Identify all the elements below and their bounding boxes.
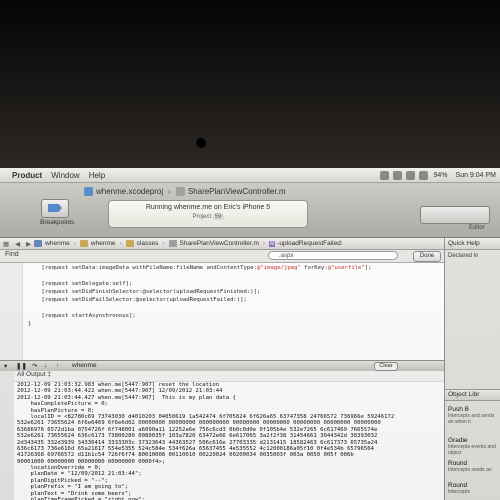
code-line: [request startAsynchronous]; — [28, 313, 136, 319]
file-icon — [168, 240, 177, 247]
activity-status: Running whenme.me on Eric's iPhone 5 — [145, 204, 271, 211]
debug-app-name[interactable]: whenme — [72, 362, 97, 369]
object-library-header[interactable]: Object Libr — [445, 389, 500, 401]
utilities-pane: Quick Help Declared in Object Libr Push … — [444, 238, 500, 500]
code-line: [request setDidFinishSelector:@selector(… — [28, 289, 261, 295]
file-icon — [175, 187, 185, 196]
code-line: [request setData:imageData withFileName:… — [28, 265, 372, 271]
code-line: } — [28, 321, 32, 327]
console-line: 532e6261 73655624 6f6e6469 6f6e6d02 0000… — [17, 420, 381, 427]
menu-window[interactable]: Window — [51, 171, 88, 180]
method-icon: M — [269, 240, 276, 247]
screen: Product Window Help 94% Sun 9:04 PM when… — [0, 168, 500, 500]
pause-icon[interactable]: ❚❚ — [16, 362, 27, 370]
volume-icon[interactable] — [418, 170, 428, 180]
menu-product[interactable]: Product — [0, 171, 51, 180]
breakpoints-button[interactable] — [41, 199, 69, 218]
editor-pane: ▦ ◀ ▶ whenme › whenme › classes › SharePlan… — [0, 238, 444, 360]
grid-icon[interactable]: ▦ — [0, 240, 12, 248]
breadcrumb-file[interactable]: SharePlanViewController.m › — [168, 240, 270, 247]
activity-project-label: Project — [192, 214, 212, 220]
hide-debug-icon[interactable]: ▾ — [4, 362, 7, 370]
variables-view-collapsed — [0, 371, 15, 500]
find-input[interactable] — [268, 251, 398, 260]
library-item[interactable]: Round Intercepts sends an — [448, 460, 500, 473]
menu-bar: Product Window Help 94% Sun 9:04 PM — [0, 168, 500, 183]
line-number-gutter — [0, 263, 23, 360]
laptop-bezel — [0, 0, 500, 168]
step-over-icon[interactable]: ↷ — [32, 362, 37, 370]
editor-segmented-control[interactable] — [420, 206, 490, 224]
quick-help-text: Declared in — [448, 253, 479, 259]
find-mode-label[interactable]: Find — [5, 251, 19, 258]
forward-arrow-icon[interactable]: ▶ — [23, 240, 34, 248]
code-line: [request setDidFailSelector:@selector(up… — [28, 297, 247, 303]
folder-icon — [125, 240, 134, 247]
wifi-icon[interactable] — [405, 170, 415, 180]
editor-label: Editor — [469, 225, 485, 231]
console-log: 2012-12-09 21:03:32.983 when.me[5447:907… — [14, 382, 444, 500]
menu-help[interactable]: Help — [89, 171, 114, 180]
breadcrumb-project[interactable]: whenme › — [34, 240, 80, 247]
output-filter-select[interactable]: All Output ‡ — [14, 371, 444, 382]
activity-viewer: Running whenme.me on Eric's iPhone 5 Pro… — [108, 200, 308, 228]
library-item[interactable]: Round Intercepts — [448, 482, 500, 495]
issue-count-badge[interactable]: 59 — [212, 214, 224, 220]
console-output-area[interactable]: All Output ‡ 2012-12-09 21:03:32.983 whe… — [14, 371, 444, 500]
find-bar: Find Done — [0, 250, 444, 263]
step-out-icon[interactable]: ↑ — [56, 362, 59, 369]
jump-bar: ▦ ◀ ▶ whenme › whenme › classes › SharePlan… — [0, 238, 444, 250]
camera-icon — [196, 138, 206, 148]
xcode-toolbar: whenme.xcodeproj › SharePlanViewControll… — [0, 183, 500, 238]
quick-help-header[interactable]: Quick Help — [445, 238, 500, 250]
breadcrumb-method[interactable]: M -uploadRequestFailed: — [269, 240, 347, 247]
breakpoints-label: Breakpoints — [40, 219, 75, 226]
project-icon — [84, 187, 93, 196]
battery-indicator[interactable]: 94% — [430, 172, 452, 179]
library-item[interactable]: Push B Intercepts and sends an when it — [448, 406, 500, 425]
sync-icon[interactable] — [392, 170, 402, 180]
code-editor[interactable]: [request setData:imageData withFileName:… — [28, 265, 440, 329]
step-in-icon[interactable]: ↓ — [44, 362, 47, 369]
scheme-file[interactable]: SharePlanViewController.m — [188, 187, 286, 196]
dropbox-icon[interactable] — [379, 170, 389, 180]
clear-console-button[interactable]: Clear — [374, 362, 398, 371]
done-button[interactable]: Done — [413, 251, 441, 262]
library-item[interactable]: Gradie Intercepts events and object — [448, 437, 500, 456]
project-icon — [34, 240, 43, 247]
scheme-selector[interactable]: whenme.xcodeproj › SharePlanViewControll… — [84, 186, 286, 197]
activity-project: Project 59 — [109, 214, 307, 220]
menu-clock[interactable]: Sun 9:04 PM — [452, 172, 500, 179]
folder-icon — [79, 240, 88, 247]
back-arrow-icon[interactable]: ◀ — [12, 240, 23, 248]
scheme-target[interactable]: whenme.xcodeproj — [96, 187, 163, 196]
code-line: [request setDelegate:self]; — [28, 281, 133, 287]
breadcrumb-classes[interactable]: classes › — [125, 240, 169, 247]
breadcrumb-group[interactable]: whenme › — [79, 240, 126, 247]
chevron-right-icon: › — [168, 187, 171, 196]
